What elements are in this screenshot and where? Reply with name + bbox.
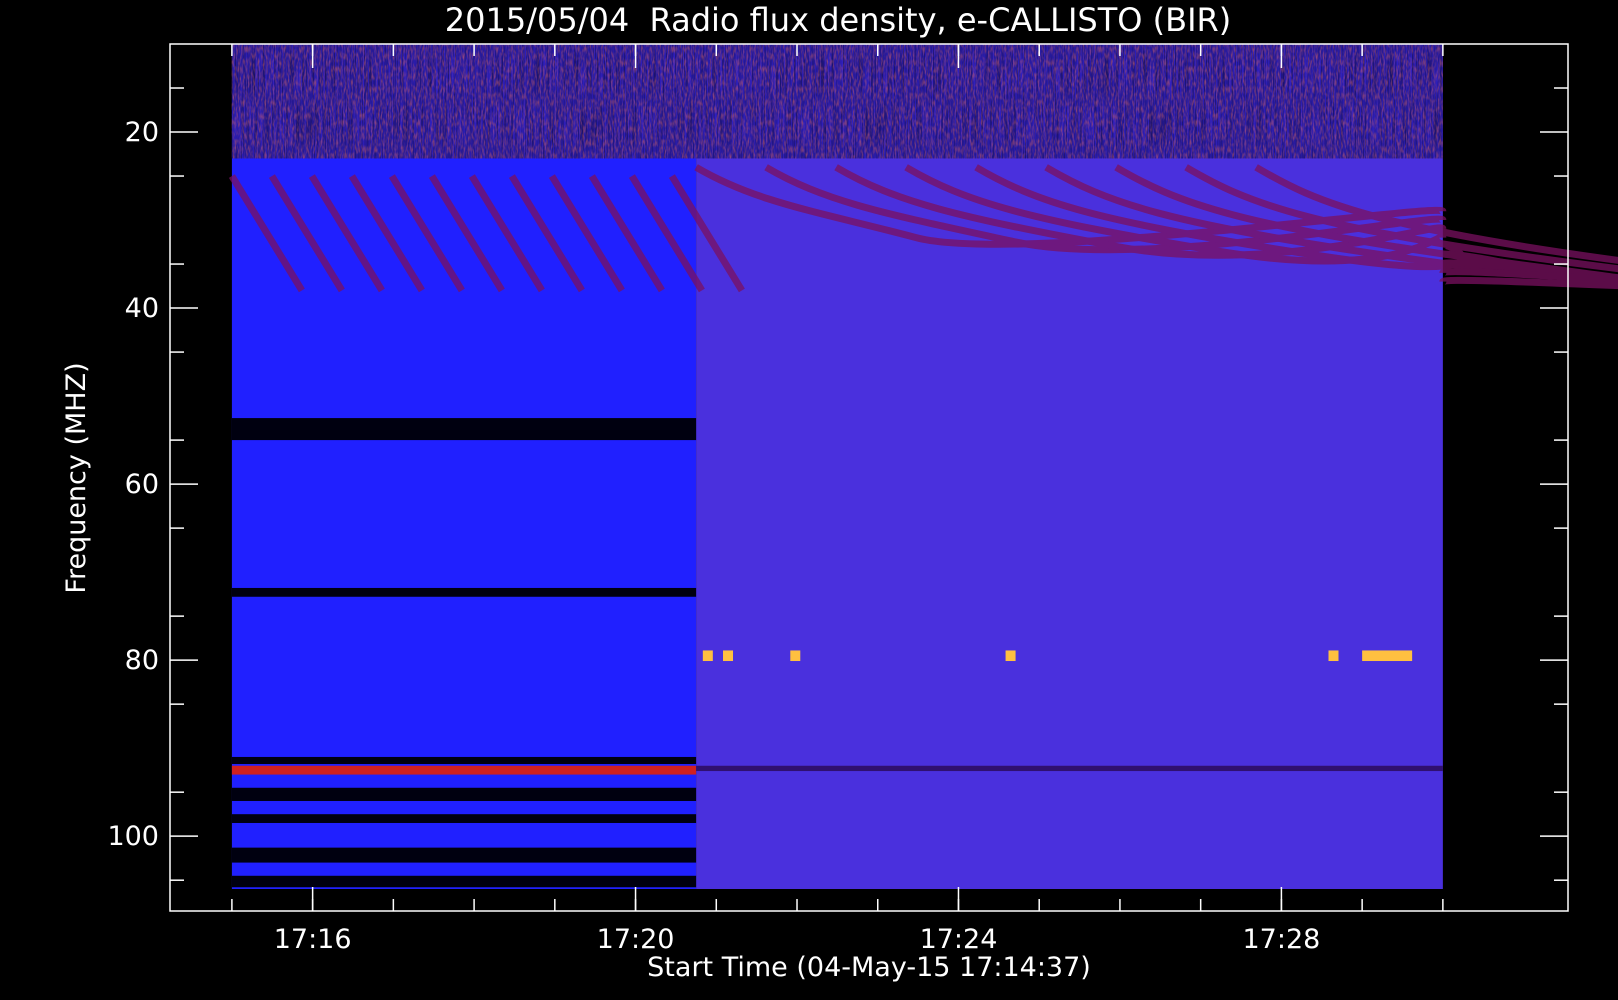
- x-tick-label: 17:20: [597, 924, 675, 955]
- dark-band: [231, 875, 697, 888]
- dark-band: [231, 587, 697, 597]
- red-interference-line: [231, 765, 697, 775]
- x-axis-label: Start Time (04-May-15 17:14:37): [647, 952, 1091, 983]
- y-axis-label: Frequency (MHZ): [61, 362, 92, 593]
- spectrogram-chart: 2015/05/04 Radio flux density, e-CALLIST…: [61, 1, 1618, 983]
- low-frequency-noise-band: [231, 44, 1443, 159]
- y-tick-label: 40: [125, 293, 159, 324]
- burst-dot: [1328, 650, 1339, 662]
- y-tick-label: 20: [125, 117, 159, 148]
- y-tick-label: 80: [125, 645, 159, 676]
- dark-band: [231, 847, 697, 863]
- faint-band-after-switch: [696, 765, 1443, 772]
- x-tick-label: 17:28: [1242, 924, 1320, 955]
- dark-band: [231, 787, 697, 801]
- dark-band: [231, 756, 697, 765]
- burst-dot: [723, 650, 734, 662]
- burst-dot: [702, 650, 713, 662]
- burst-dot: [790, 650, 801, 662]
- burst-dot: [1005, 650, 1016, 662]
- chart-title: 2015/05/04 Radio flux density, e-CALLIST…: [445, 1, 1231, 39]
- dark-band: [231, 814, 697, 823]
- y-tick-label: 100: [107, 821, 159, 852]
- dark-band: [231, 418, 697, 441]
- y-tick-label: 60: [125, 469, 159, 500]
- x-tick-label: 17:24: [920, 924, 998, 955]
- burst-dot: [1362, 650, 1413, 662]
- x-tick-label: 17:16: [274, 924, 352, 955]
- spectrogram-panel-after-switch: [696, 44, 1443, 889]
- noise-band-red-speckle: [231, 44, 1443, 159]
- spectrogram-plot-area: [228, 44, 1618, 889]
